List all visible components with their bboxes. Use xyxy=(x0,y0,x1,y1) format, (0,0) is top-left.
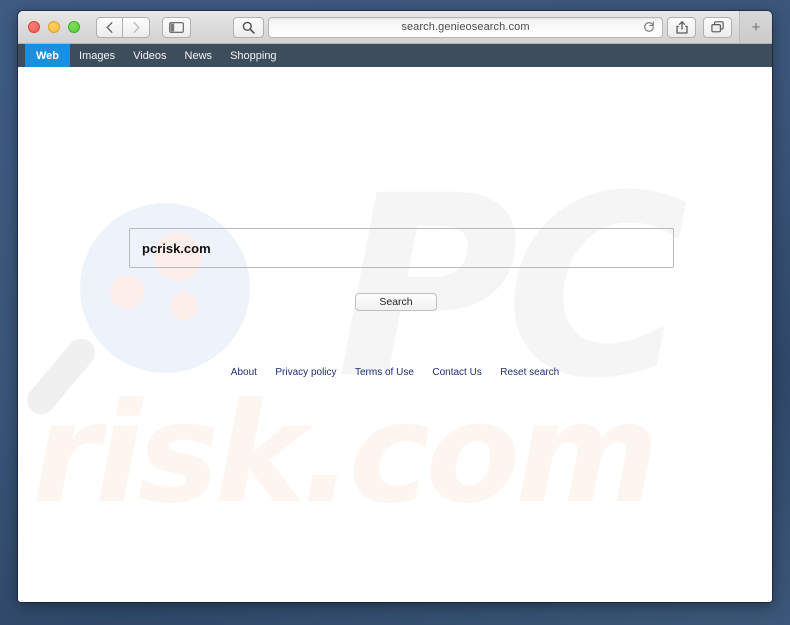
new-tab-area: + xyxy=(739,11,772,43)
address-bar-url: search.genieosearch.com xyxy=(401,21,530,33)
reload-icon[interactable] xyxy=(643,21,655,33)
footer-link-contact-us[interactable]: Contact Us xyxy=(432,367,481,378)
footer-link-about[interactable]: About xyxy=(231,367,257,378)
browser-window: search.genieosearch.com + Web Images Vid… xyxy=(18,11,772,602)
desktop-background: search.genieosearch.com + Web Images Vid… xyxy=(0,0,790,625)
forward-button[interactable] xyxy=(123,16,150,38)
browser-toolbar: search.genieosearch.com + xyxy=(18,11,772,44)
site-navigation-bar: Web Images Videos News Shopping xyxy=(18,44,772,67)
search-input[interactable] xyxy=(129,228,674,268)
search-submit-button[interactable]: Search xyxy=(355,293,437,311)
footer-link-reset-search[interactable]: Reset search xyxy=(500,367,559,378)
share-icon xyxy=(675,20,688,34)
site-nav-list: Web Images Videos News Shopping xyxy=(25,44,286,67)
chevron-right-icon xyxy=(133,21,139,33)
toolbar-search-button[interactable] xyxy=(233,16,264,38)
new-tab-button[interactable]: + xyxy=(752,20,761,35)
window-controls xyxy=(28,21,80,33)
sidebar-icon xyxy=(169,21,184,33)
page-content: PC risk.com Search About Privacy policy … xyxy=(18,67,772,602)
back-button[interactable] xyxy=(96,16,123,38)
footer-link-privacy-policy[interactable]: Privacy policy xyxy=(275,367,336,378)
nav-tab-videos[interactable]: Videos xyxy=(124,44,175,67)
chevron-left-icon xyxy=(106,21,113,33)
maximize-window-button[interactable] xyxy=(68,21,80,33)
share-button[interactable] xyxy=(667,16,696,38)
close-window-button[interactable] xyxy=(28,21,40,33)
address-bar[interactable]: search.genieosearch.com xyxy=(268,16,663,38)
sidebar-toggle-button[interactable] xyxy=(162,16,191,38)
minimize-window-button[interactable] xyxy=(48,21,60,33)
tabs-icon xyxy=(711,21,724,33)
footer-link-terms-of-use[interactable]: Terms of Use xyxy=(355,367,414,378)
toolbar-right-buttons xyxy=(667,16,732,38)
footer-links: About Privacy policy Terms of Use Contac… xyxy=(18,362,772,380)
search-form: Search xyxy=(18,67,772,602)
nav-tab-images[interactable]: Images xyxy=(70,44,124,67)
show-tabs-button[interactable] xyxy=(703,16,732,38)
nav-tab-web[interactable]: Web xyxy=(25,44,71,67)
nav-tab-news[interactable]: News xyxy=(176,44,222,67)
nav-tab-shopping[interactable]: Shopping xyxy=(221,44,286,67)
search-icon xyxy=(242,21,255,34)
navigation-buttons xyxy=(96,16,150,38)
